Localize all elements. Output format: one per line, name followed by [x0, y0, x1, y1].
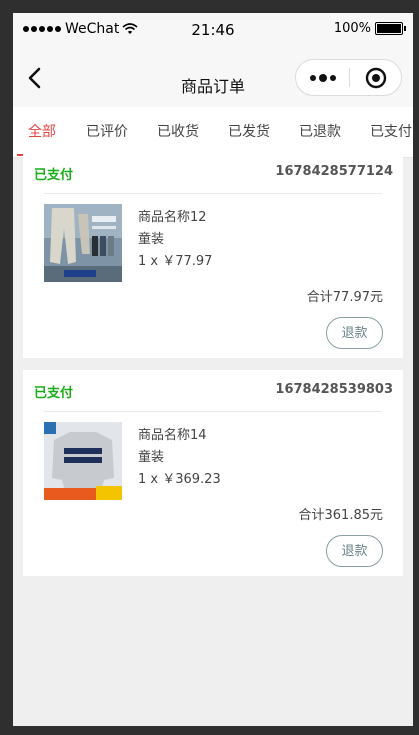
order-card[interactable]: 已支付 1678428539803 商品名称14 童装 1 x ￥369.23 …: [23, 370, 403, 576]
tab-paid[interactable]: 已支付: [363, 107, 413, 157]
battery-info: 100%: [333, 21, 406, 36]
order-total: 合计77.97元: [306, 290, 383, 305]
target-close-icon: [365, 67, 387, 88]
order-tabs: 全部 已评价 已收货 已发货 已退款 已支付: [13, 107, 413, 158]
tab-refunded[interactable]: 已退款: [292, 107, 348, 157]
card-divider: [44, 193, 382, 194]
more-dots-icon: [309, 73, 336, 82]
pants-product-icon: [44, 204, 122, 282]
product-attribute: 童装: [138, 232, 165, 247]
order-status: 已支付: [34, 168, 74, 183]
status-bar: WeChat 21:46 100%: [13, 13, 413, 49]
product-attribute: 童装: [138, 450, 165, 465]
order-status: 已支付: [34, 386, 74, 401]
product-name: 商品名称12: [138, 210, 207, 225]
mini-program-capsule: [295, 59, 402, 96]
card-divider: [44, 411, 382, 412]
quantity-price: 1 x ￥77.97: [138, 254, 213, 269]
close-button[interactable]: [350, 60, 402, 95]
order-card[interactable]: 已支付 1678428577124 商品名称12 童装 1 x ￥77.97 合…: [23, 152, 403, 358]
tab-received[interactable]: 已收货: [150, 107, 206, 157]
product-image[interactable]: [44, 422, 122, 500]
battery-icon: [375, 22, 406, 35]
battery-percent: 100%: [333, 21, 371, 36]
chevron-left-icon: [28, 67, 41, 89]
order-number: 1678428539803: [275, 382, 393, 397]
back-button[interactable]: [21, 63, 51, 93]
tab-all[interactable]: 全部: [17, 107, 67, 157]
order-total: 合计361.85元: [298, 508, 384, 523]
phone-screen: WeChat 21:46 100% 商品订单 全部 已评价 已收货 已发货 已退…: [13, 13, 413, 726]
refund-button[interactable]: 退款: [326, 535, 383, 567]
tab-shipped[interactable]: 已发货: [221, 107, 277, 157]
tab-reviewed[interactable]: 已评价: [79, 107, 135, 157]
quantity-price: 1 x ￥369.23: [138, 472, 221, 487]
order-number: 1678428577124: [275, 164, 393, 179]
product-name: 商品名称14: [138, 428, 207, 443]
product-image[interactable]: [44, 204, 122, 282]
refund-button[interactable]: 退款: [326, 317, 383, 349]
more-button[interactable]: [296, 60, 349, 95]
sweatshirt-product-icon: [44, 422, 122, 500]
navigation-bar: 商品订单: [13, 49, 413, 107]
